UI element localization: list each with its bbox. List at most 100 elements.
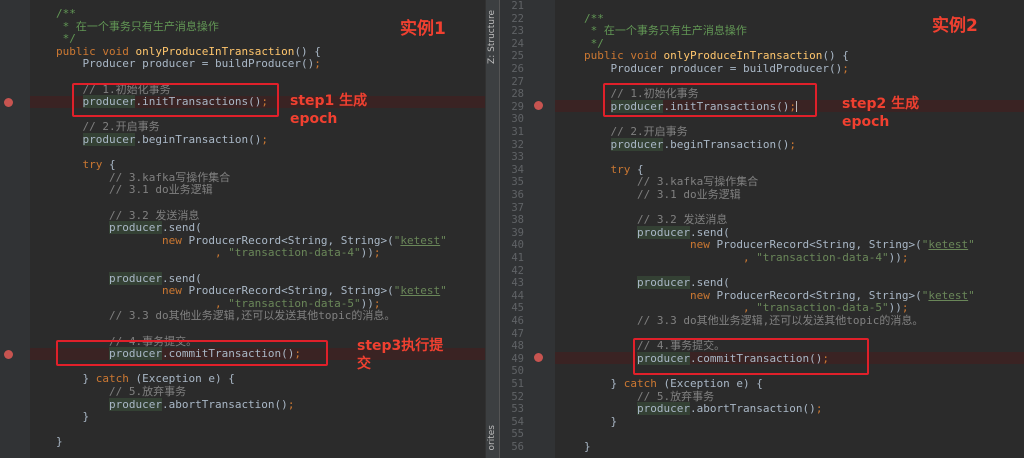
code-token: .send( <box>689 225 730 239</box>
breakpoint-icon[interactable] <box>4 350 13 359</box>
line-number: 24 <box>511 37 524 50</box>
code-token: } <box>584 377 624 390</box>
code-token: " <box>968 238 975 252</box>
code-token: new <box>161 233 189 247</box>
code-token: public void <box>584 49 664 63</box>
code-token: catch <box>95 372 136 386</box>
line-number: 45 <box>511 302 524 315</box>
code-token: .beginTransaction() <box>663 137 790 151</box>
code-token: { <box>102 158 116 172</box>
code-token: ketest <box>400 284 441 298</box>
code-line[interactable]: } <box>584 440 591 454</box>
editor-pane-right[interactable]: 21 22 23 24 25 26 27 28 29 30 31 32 33 34 35 36 37 38 39 40… <box>500 0 1024 458</box>
code-token: // 2.开启事务 <box>56 120 160 134</box>
line-number: 42 <box>511 264 524 277</box>
code-token: public void <box>56 44 136 58</box>
code-line[interactable]: Producer producer = buildProducer(); <box>56 57 320 71</box>
code-token: "transaction-data-4" <box>756 251 889 264</box>
line-number: 34 <box>511 163 524 176</box>
line-number: 51 <box>511 378 524 390</box>
line-number: 21 <box>511 0 524 12</box>
code-line[interactable]: } <box>56 410 89 424</box>
code-line[interactable]: // 3.3 do其他业务逻辑,还可以发送其他topic的消息。 <box>56 310 395 323</box>
code-token: "transaction-data-5" <box>228 296 361 310</box>
code-token: producer <box>108 221 162 235</box>
line-number: 56 <box>511 441 524 453</box>
code-line[interactable]: producer.abortTransaction(); <box>584 402 822 416</box>
line-number: 44 <box>511 289 524 302</box>
code-line[interactable]: , "transaction-data-4")); <box>56 247 381 260</box>
code-token: producer <box>108 397 162 411</box>
structure-tab[interactable]: Z: Structure <box>487 10 497 64</box>
code-token: () { <box>294 44 321 58</box>
line-number: 32 <box>511 138 524 151</box>
line-number: 41 <box>511 252 524 264</box>
code-line[interactable]: // 3.1 do业务逻辑 <box>584 188 741 202</box>
line-number: 55 <box>511 428 524 441</box>
line-number: 36 <box>511 189 524 201</box>
code-token: onlyProduceInTransaction <box>663 49 823 63</box>
code-token: ; <box>901 301 909 315</box>
code-line[interactable]: // 3.1 do业务逻辑 <box>56 184 213 197</box>
code-token: ProducerRecord<String, String>( <box>188 233 394 247</box>
code-token: // 3.2 发送消息 <box>584 213 728 227</box>
code-line[interactable]: , "transaction-data-4")); <box>584 251 909 265</box>
line-number: 37 <box>511 201 524 214</box>
code-line[interactable]: producer.beginTransaction(); <box>56 133 268 147</box>
step-annotation: step2 生成 epoch <box>842 96 920 130</box>
code-token: )) <box>360 246 374 260</box>
code-token: ketest <box>400 233 441 247</box>
code-token: // 3.2 发送消息 <box>56 208 200 222</box>
breakpoint-icon[interactable] <box>534 101 543 110</box>
editor-pane-left[interactable]: /** * 在一个事务只有生产消息操作 */public void onlyPr… <box>0 0 485 458</box>
code-token: " <box>440 284 447 298</box>
line-number: 43 <box>511 277 524 290</box>
code-token: producer <box>636 276 690 290</box>
code-line[interactable]: producer.abortTransaction(); <box>56 397 294 412</box>
code-line[interactable]: } <box>56 436 63 449</box>
code-line[interactable]: // 3.3 do其他业务逻辑,还可以发送其他topic的消息。 <box>584 314 923 328</box>
favorites-tab[interactable]: orites <box>487 425 497 450</box>
breakpoint-icon[interactable] <box>4 98 13 107</box>
code-line[interactable]: * 在一个事务只有生产消息操作 <box>584 24 747 38</box>
code-line[interactable]: } <box>584 415 617 429</box>
code-token: Producer producer = buildProducer() <box>56 57 315 71</box>
code-line[interactable]: * 在一个事务只有生产消息操作 <box>56 20 219 34</box>
code-token: } <box>584 440 591 453</box>
line-number: 25 <box>511 50 524 63</box>
code-token: producer <box>108 271 162 285</box>
code-token: producer <box>636 402 690 416</box>
instance-title: 实例2 <box>932 16 978 36</box>
code-line[interactable]: Producer producer = buildProducer(); <box>584 62 848 76</box>
code-token: .abortTransaction() <box>689 402 816 416</box>
code-token: */ <box>56 32 76 46</box>
line-number: 54 <box>511 415 524 428</box>
code-token: .send( <box>161 221 202 235</box>
code-token: /** <box>56 7 76 20</box>
code-token: // 5.放弃事务 <box>584 389 715 403</box>
line-number: 31 <box>511 126 524 138</box>
code-token: ; <box>373 296 381 310</box>
code-token: // 3.kafka写操作集合 <box>584 175 759 189</box>
line-number: 38 <box>511 214 524 227</box>
highlight-box-commit <box>56 340 328 366</box>
code-token: , <box>584 301 757 315</box>
code-token: )) <box>360 296 374 310</box>
code-token: // 3.kafka写操作集合 <box>56 170 231 184</box>
line-number: 29 <box>511 100 524 113</box>
breakpoint-icon[interactable] <box>534 353 543 362</box>
line-number: 35 <box>511 176 524 189</box>
code-token: , <box>56 246 229 260</box>
code-token: // 5.放弃事务 <box>56 385 187 398</box>
line-number: 22 <box>511 12 524 25</box>
code-line[interactable]: producer.beginTransaction(); <box>584 137 796 152</box>
code-token: .send( <box>689 276 730 290</box>
gutter-left[interactable] <box>0 0 30 458</box>
line-number: 48 <box>511 340 524 353</box>
code-token: " <box>968 288 975 302</box>
